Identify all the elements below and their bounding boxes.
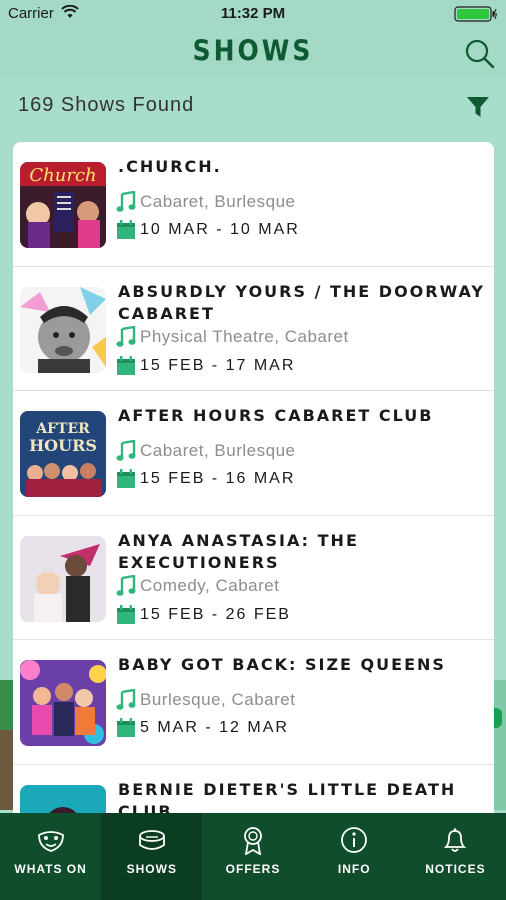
music-note-icon: [116, 325, 136, 347]
show-dates: 10 MAR - 10 MAR: [140, 221, 300, 238]
masks-icon: [37, 831, 64, 852]
show-thumbnail: [20, 660, 106, 746]
date-line: 5 MAR - 12 MAR: [116, 716, 289, 740]
tab-label: SHOWS: [126, 862, 177, 876]
ticket-icon: [138, 830, 165, 850]
show-thumbnail: [20, 784, 106, 813]
clock: 11:32 PM: [220, 5, 286, 22]
battery-icon: [454, 6, 498, 22]
svg-text:AFTER: AFTER: [35, 421, 90, 437]
tab-label: INFO: [337, 862, 371, 876]
show-thumbnail: [20, 535, 106, 622]
show-title: BERNIE DIETER'S LITTLE DEATH CLUB: [118, 779, 457, 814]
show-row[interactable]: Church .CHURCH. Cabaret, Burlesque 10 MA…: [13, 142, 494, 267]
music-note-icon: [116, 574, 136, 596]
tab-label: NOTICES: [425, 862, 486, 876]
show-genres: Burlesque, Cabaret: [140, 690, 296, 709]
calendar-icon: [117, 604, 135, 624]
status-bar: Carrier 11:32 PM: [0, 0, 506, 28]
date-line: 15 FEB - 16 MAR: [116, 467, 295, 491]
nav-bar: SHOWS: [0, 28, 506, 78]
show-row[interactable]: BABY GOT BACK: SIZE QUEENS Burlesque, Ca…: [13, 640, 494, 765]
genre-line: Cabaret, Burlesque: [116, 439, 295, 463]
show-row[interactable]: BERNIE DIETER'S LITTLE DEATH CLUB: [13, 765, 494, 814]
info-icon: [341, 827, 368, 853]
music-note-icon: [116, 191, 136, 212]
tab-offers[interactable]: OFFERS: [202, 813, 303, 900]
results-bar: 169 Shows Found: [0, 78, 506, 142]
show-dates: 15 FEB - 16 MAR: [140, 470, 296, 487]
show-dates: 15 FEB - 26 FEB: [140, 605, 291, 623]
results-count: 169 Shows Found: [18, 94, 195, 116]
bell-icon: [444, 828, 467, 852]
date-line: 15 FEB - 17 MAR: [116, 354, 295, 378]
date-line: 10 MAR - 10 MAR: [116, 218, 300, 242]
show-genres: Cabaret, Burlesque: [140, 192, 296, 211]
show-genres: Comedy, Cabaret: [140, 575, 280, 595]
tab-label: WHATS ON: [14, 862, 87, 876]
music-note-icon: [116, 689, 136, 710]
search-icon[interactable]: [464, 38, 496, 70]
calendar-icon: [117, 718, 135, 737]
show-row[interactable]: AFTER HOURS AFTER HOURS CABARET CLUB Cab…: [13, 391, 494, 516]
background-decoration: [0, 730, 13, 810]
show-thumbnail: [20, 286, 106, 373]
show-title: .CHURCH.: [118, 157, 222, 176]
show-row[interactable]: ANYA ANASTASIA: THE EXECUTIONERS Comedy,…: [13, 516, 494, 640]
tab-whats-on[interactable]: WHATS ON: [0, 813, 101, 900]
show-title: AFTER HOURS CABARET CLUB: [118, 406, 434, 425]
svg-text:HOURS: HOURS: [29, 436, 97, 455]
genre-line: Physical Theatre, Cabaret: [116, 325, 349, 349]
tab-bar: WHATS ON SHOWS OFFERS INFO NOTICES: [0, 813, 506, 900]
music-note-icon: [116, 440, 136, 461]
svg-text:Church: Church: [29, 165, 96, 186]
date-line: 15 FEB - 26 FEB: [116, 603, 291, 627]
genre-line: Comedy, Cabaret: [116, 574, 279, 598]
show-dates: 5 MAR - 12 MAR: [140, 719, 289, 736]
tab-info[interactable]: INFO: [304, 813, 405, 900]
calendar-icon: [117, 469, 135, 488]
page-title: SHOWS: [192, 33, 314, 68]
show-title: BABY GOT BACK: SIZE QUEENS: [118, 655, 446, 674]
show-genres: Physical Theatre, Cabaret: [140, 326, 349, 346]
show-title: ANYA ANASTASIA: THE EXECUTIONERS: [118, 530, 359, 572]
show-row[interactable]: ABSURDLY YOURS / THE DOORWAY CABARET Phy…: [13, 267, 494, 391]
tab-label: OFFERS: [225, 862, 281, 876]
show-genres: Cabaret, Burlesque: [140, 441, 296, 460]
show-list: Church .CHURCH. Cabaret, Burlesque 10 MA…: [13, 142, 494, 813]
filter-icon[interactable]: [466, 96, 490, 118]
tab-shows[interactable]: SHOWS: [101, 813, 203, 900]
calendar-icon: [117, 220, 135, 239]
show-thumbnail: Church: [20, 162, 106, 248]
award-icon: [244, 827, 262, 855]
genre-line: Burlesque, Cabaret: [116, 688, 295, 712]
genre-line: Cabaret, Burlesque: [116, 190, 295, 214]
show-dates: 15 FEB - 17 MAR: [140, 356, 296, 374]
calendar-icon: [117, 355, 135, 375]
show-title: ABSURDLY YOURS / THE DOORWAY CABARET: [118, 281, 485, 323]
tab-notices[interactable]: NOTICES: [405, 813, 506, 900]
show-thumbnail: AFTER HOURS: [20, 411, 106, 497]
background-decoration: [494, 680, 506, 810]
